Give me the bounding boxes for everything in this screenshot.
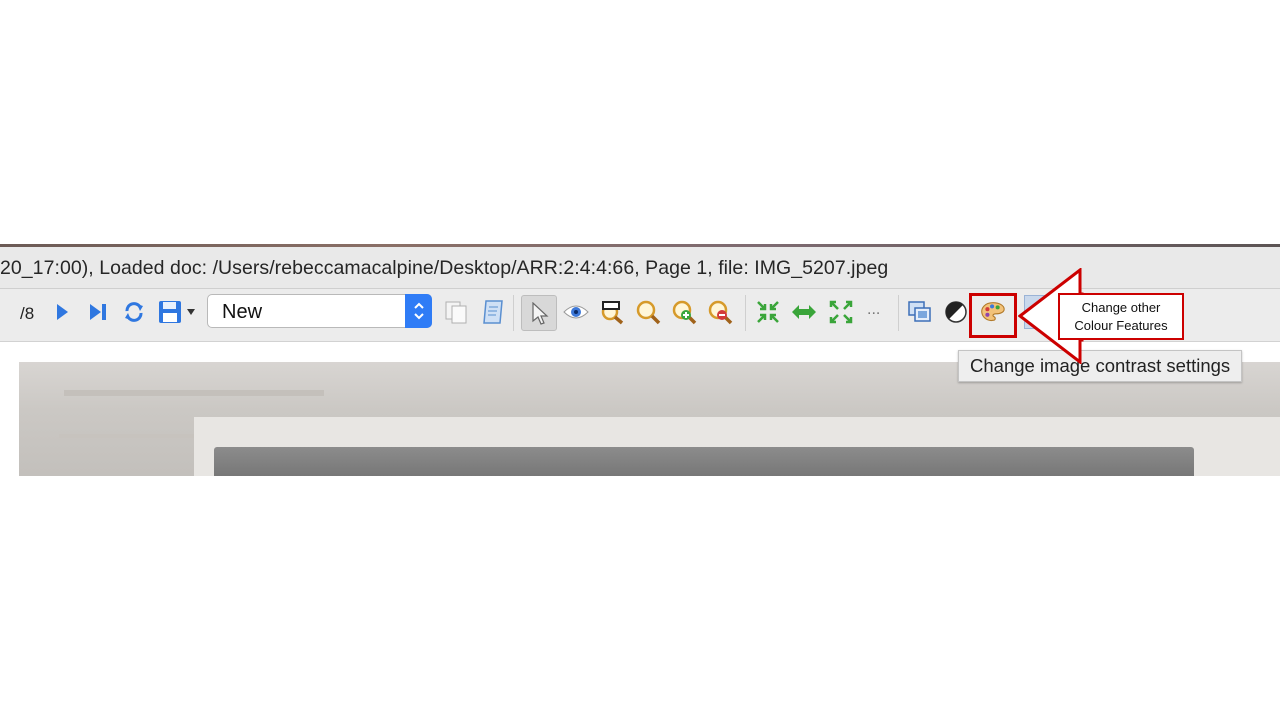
- updown-chevron-icon[interactable]: [405, 294, 432, 328]
- zoom-button[interactable]: [635, 299, 661, 325]
- zoom-icon: [636, 300, 661, 325]
- faint-handwriting: [64, 390, 324, 396]
- save-icon: [159, 301, 181, 323]
- fit-width-button[interactable]: [791, 299, 817, 325]
- contrast-icon: [945, 301, 967, 323]
- expand-icon: [829, 300, 853, 324]
- last-page-button[interactable]: [85, 299, 111, 325]
- toolbar-select[interactable]: New: [207, 294, 432, 328]
- title-text: 20_17:00), Loaded doc: /Users/rebeccamac…: [0, 257, 889, 279]
- image-windows-icon: [908, 301, 931, 322]
- save-dropdown-button[interactable]: [184, 299, 198, 325]
- fit-page-button[interactable]: [755, 299, 781, 325]
- refresh-button[interactable]: [121, 299, 147, 325]
- toolbar-select-value: New: [222, 301, 263, 323]
- next-page-button[interactable]: [49, 299, 75, 325]
- zoom-in-icon: [672, 300, 697, 325]
- fit-width-icon: [792, 305, 816, 319]
- pointer-icon: [532, 302, 549, 325]
- zoom-in-button[interactable]: [671, 299, 697, 325]
- fit-page-icon: [757, 301, 779, 323]
- copy-icon: [445, 301, 467, 324]
- annotation-line-1: Change other: [1081, 299, 1161, 315]
- tooltip: Change image contrast settings: [958, 350, 1243, 382]
- document-icon: [483, 300, 503, 324]
- image-windows-button[interactable]: [907, 299, 933, 325]
- document-button[interactable]: [480, 299, 506, 325]
- save-button[interactable]: [157, 299, 183, 325]
- faint-handwriting: [59, 434, 209, 438]
- toolbar-separator: [745, 295, 746, 331]
- refresh-icon: [125, 302, 143, 322]
- copy-button[interactable]: [443, 299, 469, 325]
- zoom-selection-icon: [601, 301, 624, 325]
- expand-button[interactable]: [828, 299, 854, 325]
- more-tools-button[interactable]: ...: [867, 301, 880, 319]
- tooltip-text: Change image contrast settings: [970, 355, 1231, 376]
- view-button[interactable]: [563, 299, 589, 325]
- save-dropdown-icon: [187, 309, 195, 315]
- toolbar-separator: [898, 295, 899, 331]
- page-count: /8: [20, 304, 35, 323]
- status-title-bar: 20_17:00), Loaded doc: /Users/rebeccamac…: [0, 247, 1280, 289]
- zoom-selection-button[interactable]: [599, 299, 625, 325]
- annotation-callout: Change other Colour Features: [1058, 293, 1184, 340]
- eye-icon: [563, 305, 589, 319]
- highlight-box: [969, 293, 1017, 338]
- zoom-out-icon: [708, 300, 733, 325]
- dark-object-region: [214, 447, 1194, 476]
- annotation-line-2: Colour Features: [1074, 317, 1168, 333]
- next-page-icon: [57, 304, 68, 320]
- last-page-icon: [90, 304, 106, 320]
- contrast-button[interactable]: [943, 299, 969, 325]
- zoom-out-button[interactable]: [707, 299, 733, 325]
- toolbar-separator: [513, 295, 514, 331]
- pointer-tool-button[interactable]: [521, 295, 557, 331]
